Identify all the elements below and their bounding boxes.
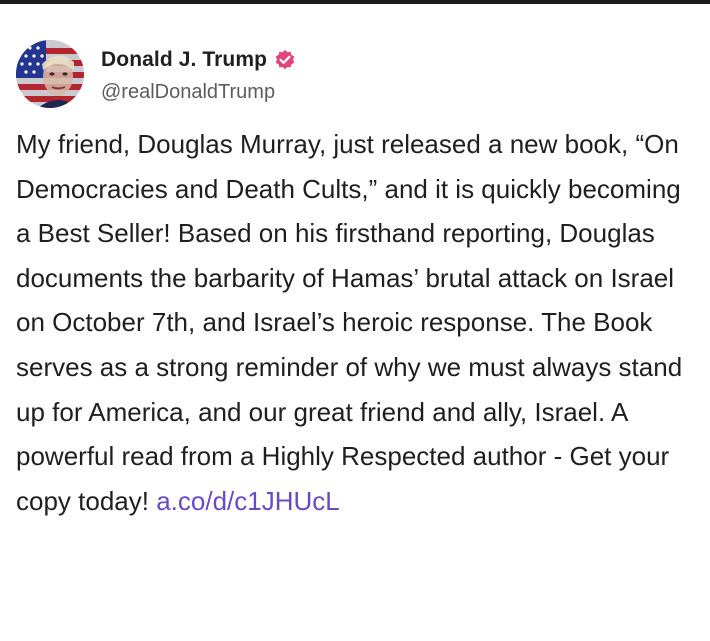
name-row: Donald J. Trump [101,45,296,75]
post-body: My friend, Douglas Murray, just released… [16,122,696,523]
account-identity: Donald J. Trump @realDonaldTrump [101,45,296,104]
handle[interactable]: @realDonaldTrump [101,81,296,104]
flag-portrait-avatar-icon [16,40,84,108]
post-header: Donald J. Trump @realDonaldTrump [16,38,696,110]
post-card: Donald J. Trump @realDonaldTrump My frie… [16,38,696,523]
verified-check-icon [274,49,296,71]
top-border [0,0,710,4]
post-text: My friend, Douglas Murray, just released… [16,129,683,516]
display-name[interactable]: Donald J. Trump [101,48,267,72]
post-link[interactable]: a.co/d/c1JHUcL [156,486,340,516]
avatar[interactable] [16,40,84,108]
